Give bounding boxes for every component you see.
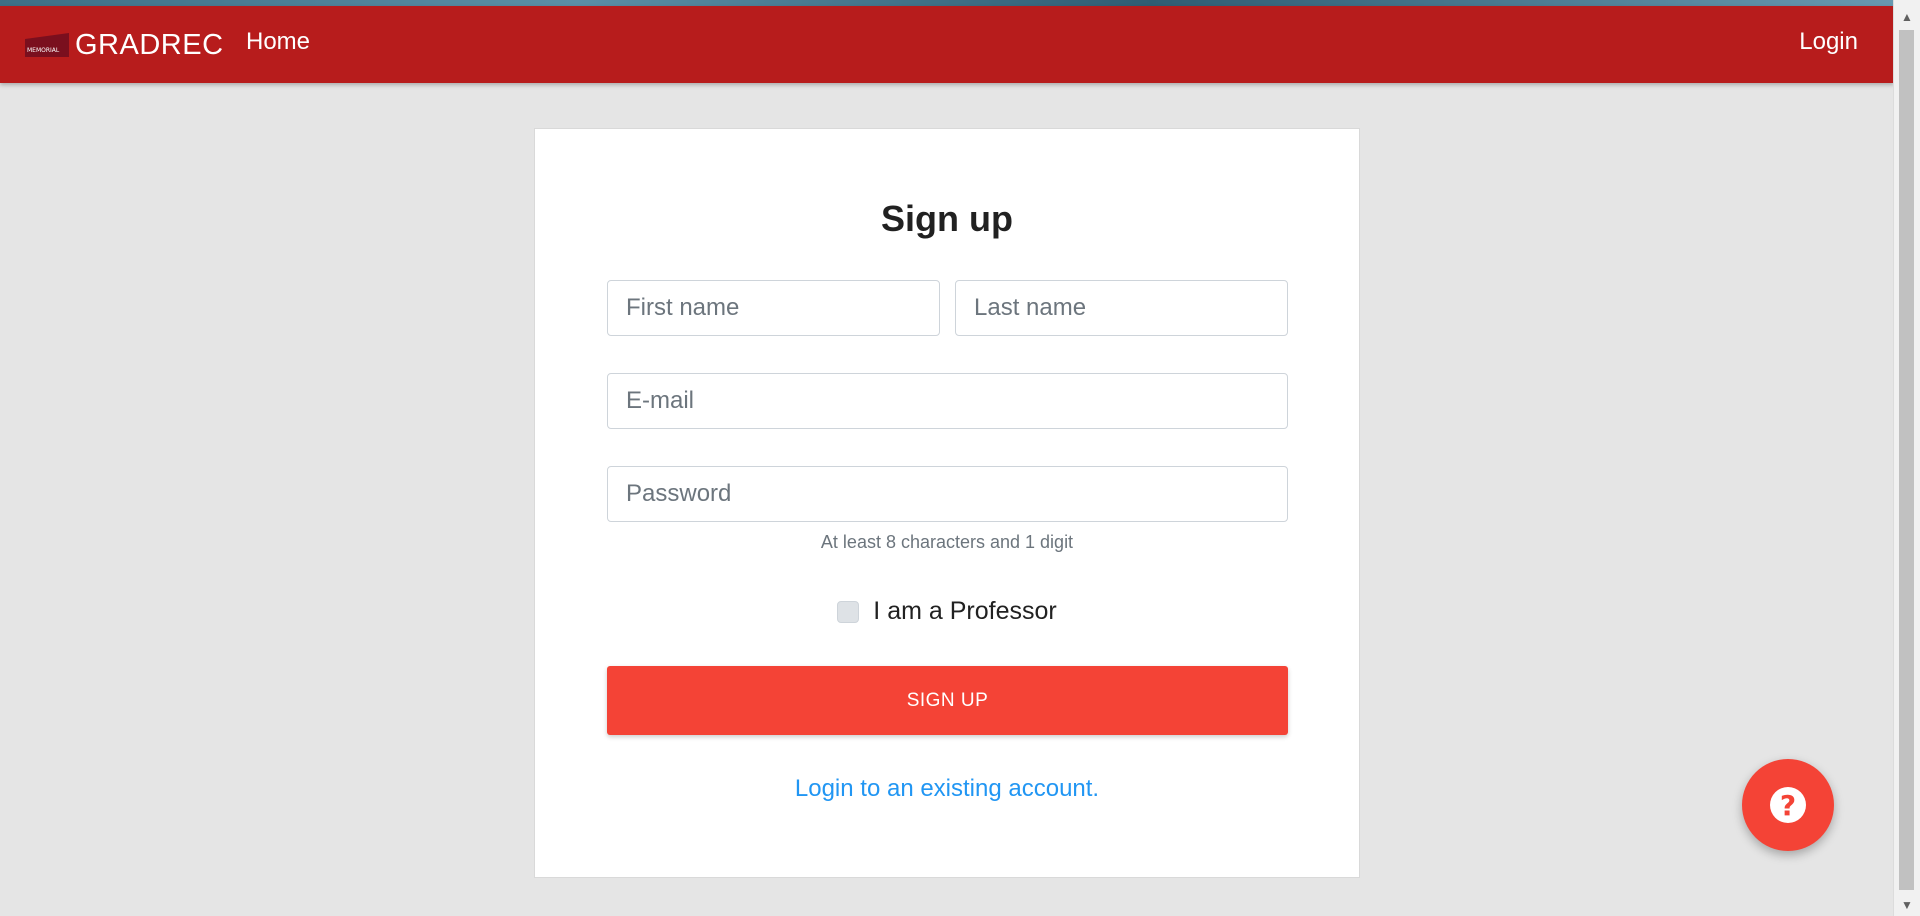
memorial-logo-icon: MEMORIAL bbox=[25, 33, 69, 57]
page-title: Sign up bbox=[881, 198, 1013, 239]
brand-name: GRADREC bbox=[75, 28, 224, 61]
logo-text: MEMORIAL bbox=[27, 47, 60, 54]
nav-login-link[interactable]: Login bbox=[1799, 28, 1858, 56]
top-navbar: MEMORIAL GRADREC Home Login bbox=[0, 6, 1894, 83]
password-input[interactable] bbox=[607, 466, 1288, 522]
password-hint: At least 8 characters and 1 digit bbox=[820, 532, 1074, 552]
first-name-input[interactable] bbox=[607, 280, 940, 336]
professor-checkbox[interactable] bbox=[837, 600, 860, 623]
vertical-scrollbar[interactable]: ▲ ▼ bbox=[1893, 0, 1920, 916]
sign-up-button[interactable]: SIGN UP bbox=[607, 666, 1288, 735]
last-name-input[interactable] bbox=[955, 280, 1288, 336]
scroll-up-arrow-icon[interactable]: ▲ bbox=[1894, 6, 1920, 28]
brand[interactable]: MEMORIAL GRADREC bbox=[25, 23, 224, 67]
scroll-down-arrow-icon[interactable]: ▼ bbox=[1894, 894, 1920, 916]
nav-home-link[interactable]: Home bbox=[246, 28, 310, 56]
email-input[interactable] bbox=[607, 373, 1288, 429]
help-circle-icon: ? bbox=[1770, 787, 1806, 823]
help-button[interactable]: ? bbox=[1742, 759, 1834, 851]
page-title-wrap: Sign up bbox=[534, 198, 1360, 240]
professor-checkbox-label[interactable]: I am a Professor bbox=[873, 597, 1056, 626]
scroll-thumb[interactable] bbox=[1899, 30, 1914, 890]
login-existing-account-link[interactable]: Login to an existing account. bbox=[607, 775, 1287, 803]
professor-checkbox-row: I am a Professor bbox=[607, 597, 1287, 626]
